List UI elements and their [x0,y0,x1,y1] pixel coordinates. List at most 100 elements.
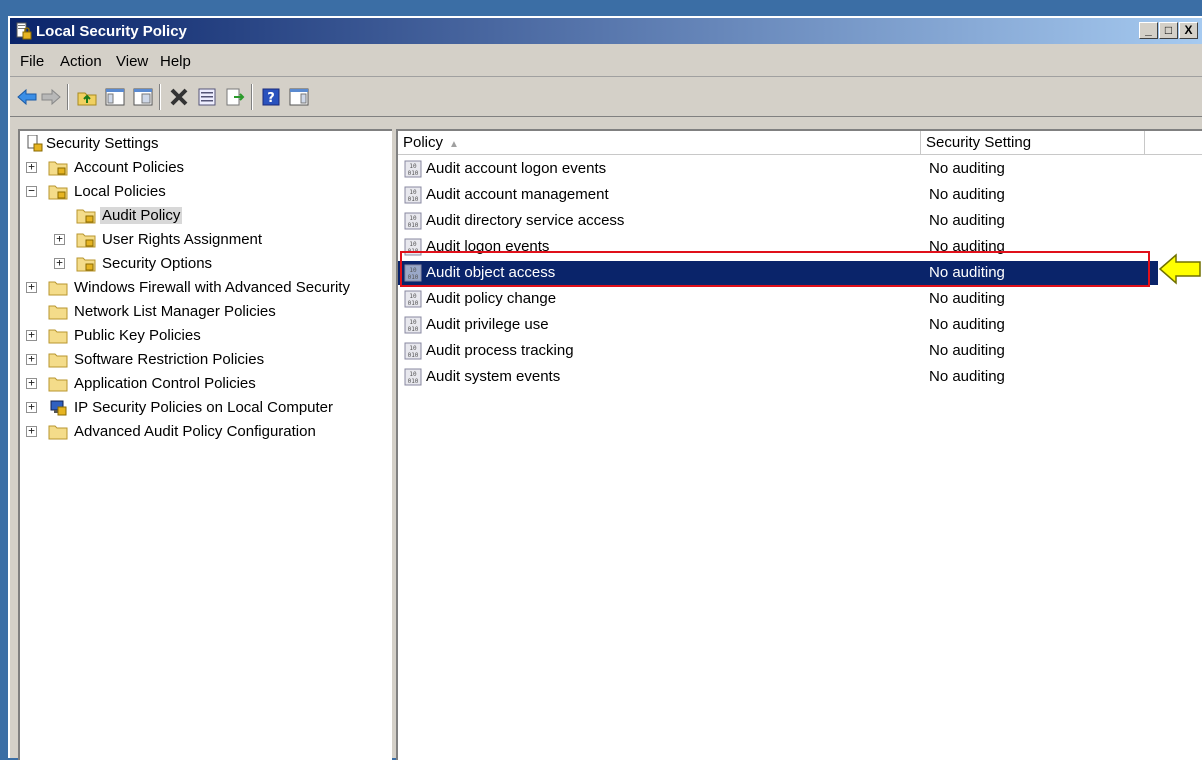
policy-list-view[interactable]: Policy ▲ Security Setting 10 010 Audit acco… [396,129,1202,760]
folder-icon [76,209,96,224]
tree-item-label: Local Policies [74,183,166,200]
policy-name: Audit system events [426,368,561,385]
policy-name: Audit account logon events [426,160,607,177]
expand-icon[interactable]: + [26,161,37,173]
help-icon[interactable]: ? [260,86,282,108]
folder-icon [48,425,68,440]
column-header-security-setting[interactable]: Security Setting [921,131,1145,155]
folder-icon [48,353,68,368]
delete-icon[interactable] [168,86,190,108]
expand-icon[interactable]: + [26,281,37,293]
folder-icon [76,233,96,248]
policy-row[interactable]: 10 010 Audit privilege use No auditing [398,313,1158,337]
svg-text:10: 10 [409,241,417,248]
menu-action[interactable]: Action [58,51,104,72]
svg-text:010: 010 [408,352,419,359]
tree-item[interactable]: Audit Policy [54,205,414,227]
svg-text:010: 010 [408,170,419,177]
tree-item-label: Account Policies [74,159,185,176]
tree-item-label: Application Control Policies [74,375,256,392]
policy-setting-icon: 10010 [404,290,422,308]
title-bar[interactable]: Local Security Policy _ □ X [10,18,1202,44]
policy-name: Audit directory service access [426,212,625,229]
tree-item-label: Network List Manager Policies [74,303,276,320]
folder-icon [48,185,68,200]
column-header-empty[interactable] [1145,131,1202,155]
svg-text:10: 10 [409,319,417,326]
security-setting-value: No auditing [929,186,1005,203]
up-folder-icon[interactable] [76,86,98,108]
expand-icon[interactable]: + [54,233,65,245]
policy-row[interactable]: 10 010 Audit policy change No auditing [398,287,1158,311]
security-setting-value: No auditing [929,316,1005,333]
security-setting-value: No auditing [929,212,1005,229]
maximize-button[interactable]: □ [1159,22,1178,39]
close-button[interactable]: X [1179,22,1198,39]
minimize-button[interactable]: _ [1139,22,1158,39]
tree-item[interactable]: + Application Control Policies [26,373,386,395]
policy-row[interactable]: 10 010 Audit account management No auditing [398,183,1158,207]
expand-icon[interactable]: + [54,257,65,269]
expand-icon[interactable]: + [26,425,37,437]
tree-root[interactable]: Security Settings [26,133,386,155]
tree-item[interactable]: + User Rights Assignment [54,229,414,251]
policy-setting-icon: 10010 [404,342,422,360]
svg-text:010: 010 [408,196,419,203]
tree-item[interactable]: − Local Policies [26,181,386,203]
menu-file[interactable]: File [18,51,46,72]
policy-row[interactable]: 10 010 Audit account logon events No auditi… [398,157,1158,181]
tree-item-label: Advanced Audit Policy Configuration [74,423,316,440]
policy-name: Audit account management [426,186,609,203]
tree-item[interactable]: + Security Options [54,253,414,275]
tree-item-label: Windows Firewall with Advanced Security [74,279,350,296]
window-title: Local Security Policy [36,23,187,40]
ipsec-policy-icon [50,400,67,416]
back-icon[interactable] [16,86,38,108]
show-hide-console-tree-icon[interactable] [132,86,154,108]
column-header-label: Policy [403,134,444,151]
highlight-annotation-box [400,251,1150,287]
menu-view[interactable]: View [114,51,150,72]
column-header-label: Security Setting [926,134,1032,151]
svg-text:10: 10 [409,189,417,196]
tree-item-label: Audit Policy [100,207,183,224]
tree-item[interactable]: + Software Restriction Policies [26,349,386,371]
show-hide-tree-icon[interactable] [104,86,126,108]
export-list-icon[interactable] [224,86,246,108]
tree-item[interactable]: + Account Policies [26,157,386,179]
tree-item[interactable]: + Advanced Audit Policy Configuration [26,421,386,443]
forward-icon[interactable] [40,86,62,108]
tree-item-label: User Rights Assignment [102,231,263,248]
security-setting-value: No auditing [929,368,1005,385]
svg-text:010: 010 [408,300,419,307]
show-hide-action-pane-icon[interactable] [288,86,310,108]
console-tree[interactable]: Security Settings + Account Policies − Loca… [18,129,392,760]
policy-row[interactable]: 10 010 Audit system events No auditing [398,365,1158,389]
policy-row[interactable]: 10 010 Audit directory service access No au… [398,209,1158,233]
security-settings-icon [27,135,43,152]
expand-icon[interactable]: + [26,377,37,389]
policy-row[interactable]: 10 010 Audit process tracking No auditing [398,339,1158,363]
svg-text:010: 010 [408,222,419,229]
properties-icon[interactable] [196,86,218,108]
tree-item[interactable]: Network List Manager Policies [26,301,386,323]
svg-text:10: 10 [409,371,417,378]
folder-icon [48,281,68,296]
toolbar-separator [67,84,69,110]
policy-name: Audit policy change [426,290,557,307]
expand-icon[interactable]: + [26,353,37,365]
menu-help[interactable]: Help [158,51,193,72]
svg-text:?: ? [267,91,275,106]
collapse-icon[interactable]: − [26,185,37,197]
svg-text:10: 10 [409,215,417,222]
tree-item[interactable]: + Public Key Policies [26,325,386,347]
tree-item[interactable]: + IP Security Policies on Local Computer [26,397,386,419]
policy-setting-icon: 10010 [404,186,422,204]
tree-item[interactable]: + Windows Firewall with Advanced Security [26,277,386,299]
expand-icon[interactable]: + [26,401,37,413]
policy-name: Audit privilege use [426,316,549,333]
toolbar-separator [251,84,253,110]
expand-icon[interactable]: + [26,329,37,341]
column-header-policy[interactable]: Policy ▲ [398,131,921,155]
folder-icon [48,377,68,392]
